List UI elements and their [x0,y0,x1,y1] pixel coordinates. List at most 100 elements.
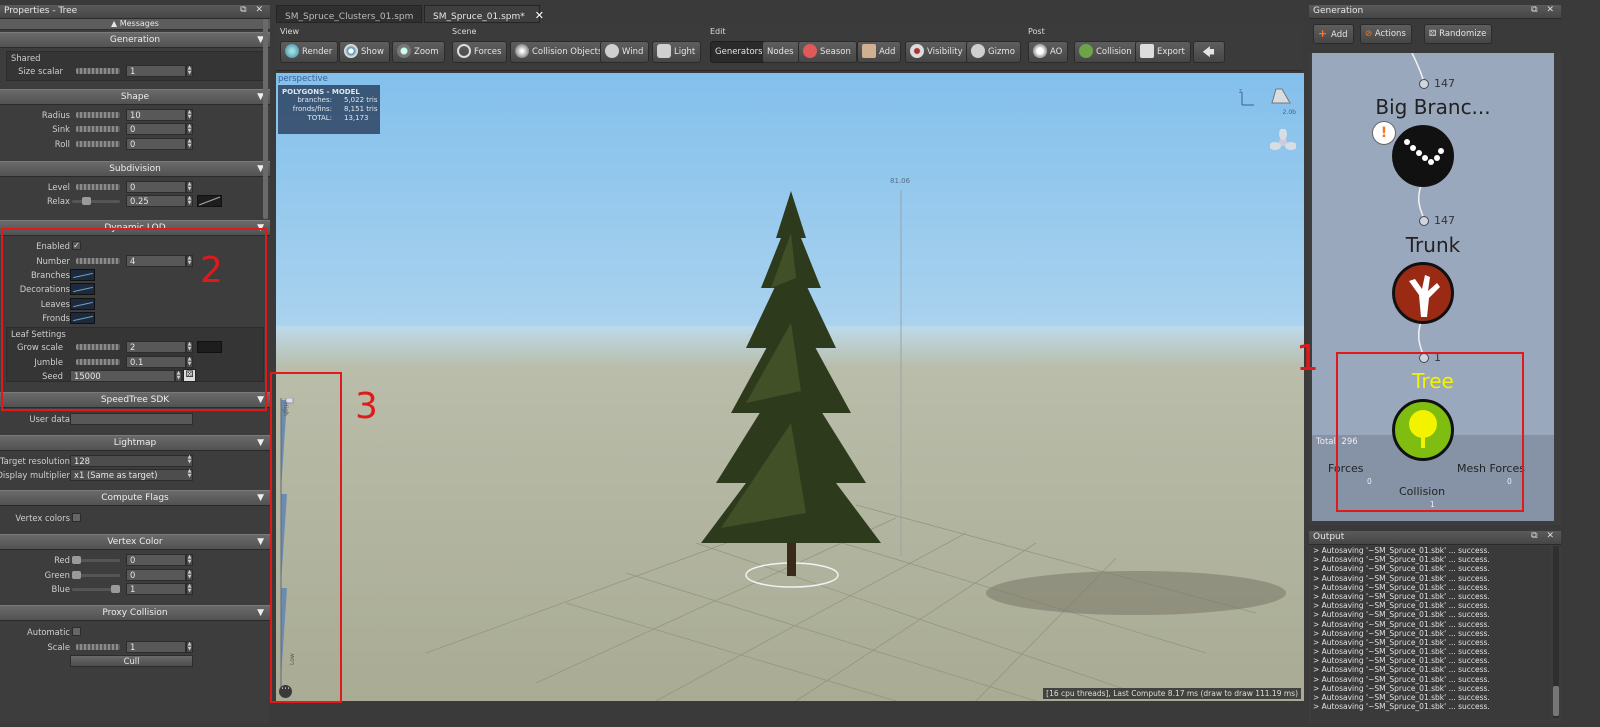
green-slider-knob[interactable] [72,570,81,579]
proxy-scale-input[interactable]: 1 [126,640,186,653]
section-proxy-collision[interactable]: Proxy Collision ▼ [0,605,270,622]
export-icon [1140,43,1154,58]
light-button[interactable]: Light [652,41,702,63]
forces-button[interactable]: Forces [452,41,508,63]
spinner[interactable]: ▲ ▼ [186,195,193,208]
generation-title: Generation [1313,6,1364,16]
node-connector[interactable] [1419,79,1429,89]
display-multiplier-select[interactable]: x1 (Same as target) [70,468,193,481]
annotation-label-1: 1 [1296,338,1319,379]
red-slider-knob[interactable] [72,556,81,565]
panel-controls[interactable]: ⧉ ✕ [1531,531,1557,541]
spinner[interactable]: ▲ ▼ [186,137,193,150]
messages-header[interactable]: ▲ Messages [0,19,270,30]
nodes-button[interactable]: Nodes [762,41,800,63]
tab-sm-spruce[interactable]: SM_Spruce_01.spm* ✕ [424,5,544,23]
scrollbar-thumb[interactable] [1553,686,1559,716]
blue-input[interactable]: 1 [126,583,186,596]
section-vertex-color[interactable]: Vertex Color ▼ [0,534,270,551]
sink-input[interactable]: 0 [126,123,186,136]
season-button[interactable]: Season [798,41,857,63]
node-title-trunk: Trunk [1405,233,1461,257]
branch-chain-icon [1404,139,1444,165]
blue-slider-knob[interactable] [111,585,120,594]
field-label: Display multiplier [0,469,70,480]
automatic-checkbox[interactable] [72,627,81,637]
gizmo-button[interactable]: Gizmo [966,41,1021,63]
section-generation[interactable]: Generation ▼ [0,32,270,48]
ao-button[interactable]: AO [1028,41,1069,63]
properties-scrollbar[interactable] [263,19,268,219]
vertex-colors-checkbox[interactable] [72,513,81,523]
zoom-button[interactable]: Zoom [392,41,445,63]
3d-viewport[interactable]: perspective POLYGONS - MODEL branches: 5,… [276,73,1304,701]
field-label: Blue [51,584,70,595]
user-data-input[interactable] [70,413,193,426]
sink-slider[interactable] [76,126,120,133]
output-log[interactable]: > Autosaving '~SM_Spruce_01.sbk' ... suc… [1311,546,1551,720]
spinner[interactable]: ▲ ▼ [186,568,193,581]
roll-slider[interactable] [76,140,120,147]
size-scalar-input[interactable]: 1 [126,65,186,77]
output-line: > Autosaving '~SM_Spruce_01.sbk' ... suc… [1313,665,1490,675]
add-button[interactable]: Add [857,41,902,63]
generators-button[interactable]: Generators [710,41,769,63]
panel-controls[interactable]: ⧉ ✕ [1531,5,1557,15]
wind-button[interactable]: Wind [600,41,650,63]
output-panel: Output ⧉ ✕ > Autosaving '~SM_Spruce_01.sb… [1309,531,1561,723]
export-button[interactable]: Export [1135,41,1191,63]
panel-controls[interactable]: ⧉ ✕ [240,5,266,15]
trunk-node[interactable] [1392,262,1454,324]
spinner[interactable]: ▲ ▼ [186,640,193,653]
spotlight-icon[interactable] [1270,87,1296,109]
level-input[interactable]: 0 [126,180,186,193]
collision-objects-button[interactable]: Collision Objects [510,41,609,63]
section-compute-flags[interactable]: Compute Flags ▼ [0,490,270,507]
fan-icon[interactable] [1269,128,1297,155]
spinner[interactable]: ▲ ▼ [186,554,193,567]
output-scrollbar[interactable] [1553,546,1559,718]
output-line: > Autosaving '~SM_Spruce_01.sbk' ... suc… [1313,564,1490,574]
tab-sm-spruce-clusters[interactable]: SM_Spruce_Clusters_01.spm✕ [276,5,433,23]
relax-slider-knob[interactable] [81,197,91,206]
section-subdivision[interactable]: Subdivision ▼ [0,160,270,177]
green-input[interactable]: 0 [126,568,186,581]
radius-input[interactable]: 10 [126,109,186,121]
radius-slider[interactable] [76,112,120,118]
spinner[interactable]: ▲ ▼ [186,180,193,193]
section-shape[interactable]: Shape ▼ [0,89,270,105]
red-input[interactable]: 0 [126,554,186,567]
relax-input[interactable]: 0.25 [126,195,186,208]
close-icon[interactable]: ✕ [535,9,544,22]
target-resolution-select[interactable]: 128 [70,454,193,467]
spinner[interactable]: ▲ ▼ [186,65,193,77]
roll-input[interactable]: 0 [126,137,186,150]
actions-button[interactable]: ⊘ Actions [1360,24,1412,44]
spinner[interactable]: ▲ ▼ [186,583,193,596]
proxy-scale-slider[interactable] [76,643,120,650]
node-connector[interactable] [1419,216,1429,226]
cull-button[interactable]: Cull [70,654,193,667]
light-icon [657,43,671,58]
relax-slider[interactable] [72,200,120,204]
big-branches-node[interactable] [1392,125,1454,187]
warning-icon[interactable]: ! [1372,121,1396,145]
render-button[interactable]: Render [280,41,339,63]
section-lightmap[interactable]: Lightmap ▼ [0,434,270,451]
back-button[interactable]: 🡄 [1193,41,1225,63]
add-node-button[interactable]: + Add [1313,24,1354,44]
show-button[interactable]: Show [339,41,390,63]
randomize-button[interactable]: ⚄ Randomize [1424,24,1493,44]
visibility-button[interactable]: Visibility [905,41,969,63]
spinner[interactable]: ▲ ▼ [186,109,193,121]
spinner[interactable]: ▲ ▼ [186,123,193,136]
axis-gizmo-icon[interactable]: z [1238,88,1258,109]
level-slider[interactable] [76,183,120,190]
leaf-icon [1079,43,1093,58]
sink-row: Sink 0 ▲ ▼ [0,122,270,136]
collision-button[interactable]: Collision [1074,41,1138,63]
size-scalar-slider[interactable] [76,68,120,74]
relax-curve-swatch[interactable] [197,195,222,208]
field-label: User data [29,414,70,425]
field-label: Radius [41,110,70,120]
